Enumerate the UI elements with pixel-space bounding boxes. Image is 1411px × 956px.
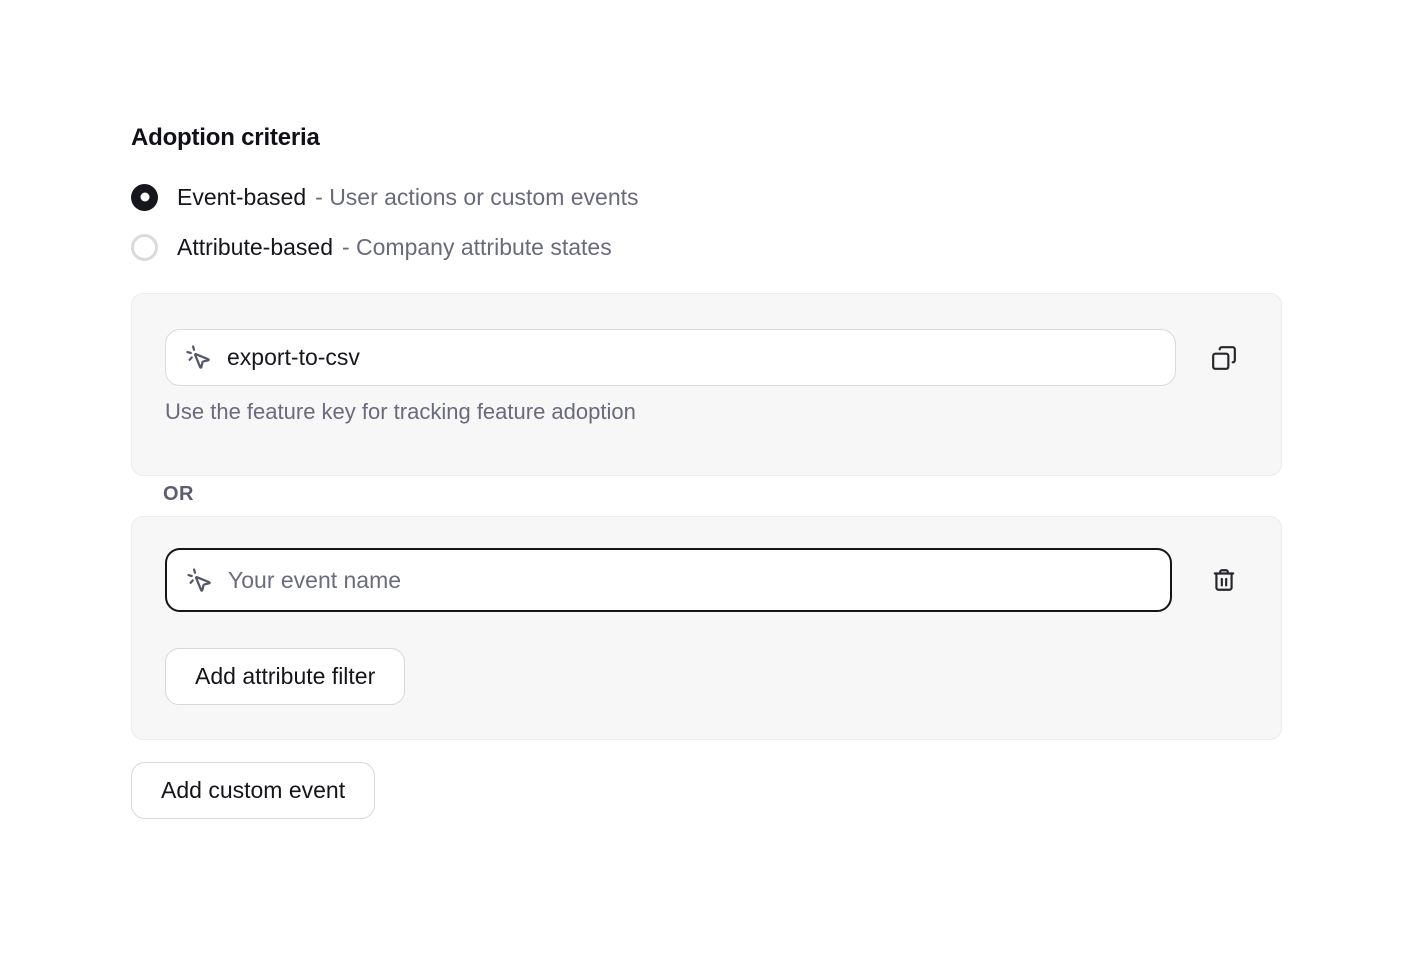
adoption-criteria-form: Adoption criteria Event-based - User act… (0, 0, 1411, 956)
event-name-input-box[interactable] (165, 548, 1172, 612)
add-attribute-filter-button[interactable]: Add attribute filter (165, 648, 405, 705)
copy-button[interactable] (1200, 334, 1248, 382)
radio-option-attribute-based[interactable]: Attribute-based - Company attribute stat… (131, 222, 639, 272)
page-title: Adoption criteria (131, 124, 320, 152)
custom-event-input-row (165, 548, 1248, 612)
feature-key-helper-text: Use the feature key for tracking feature… (165, 399, 1248, 425)
feature-event-input-row (165, 329, 1248, 386)
cursor-click-icon (186, 567, 213, 594)
delete-event-button[interactable] (1200, 556, 1248, 604)
radio-selected-icon[interactable] (131, 184, 158, 211)
radio-unselected-icon[interactable] (131, 234, 158, 261)
feature-key-input-box[interactable] (165, 329, 1176, 386)
radio-option-label: Event-based (177, 184, 306, 211)
custom-event-panel: Add attribute filter (131, 516, 1282, 740)
copy-icon (1211, 345, 1237, 371)
feature-key-input[interactable] (227, 344, 1156, 371)
radio-option-label: Attribute-based (177, 234, 333, 261)
add-custom-event-button[interactable]: Add custom event (131, 762, 375, 819)
criteria-radio-group: Event-based - User actions or custom eve… (131, 172, 639, 272)
feature-event-panel: Use the feature key for tracking feature… (131, 293, 1282, 476)
radio-option-description: - User actions or custom events (315, 184, 638, 211)
or-separator-label: OR (163, 483, 194, 506)
radio-option-description: - Company attribute states (342, 234, 612, 261)
trash-icon (1211, 567, 1237, 593)
radio-option-event-based[interactable]: Event-based - User actions or custom eve… (131, 172, 639, 222)
cursor-click-icon (185, 344, 212, 371)
event-name-input[interactable] (228, 567, 1151, 594)
